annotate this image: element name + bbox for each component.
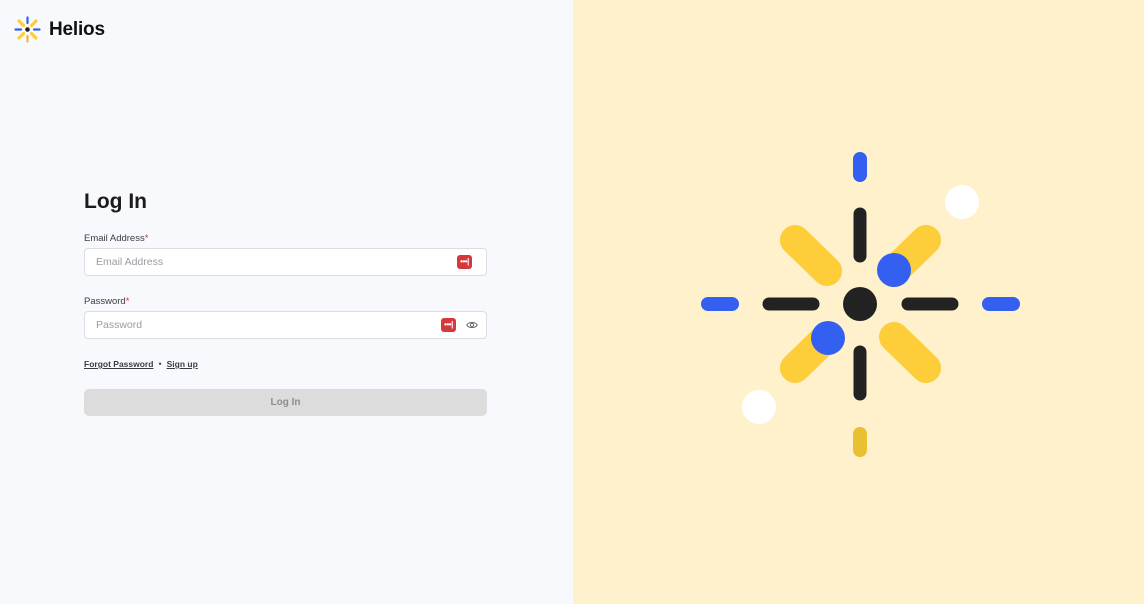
auth-links: Forgot Password • Sign up (84, 359, 487, 369)
right-blue-bar (982, 297, 1020, 311)
password-manager-glyph: •••| (460, 257, 469, 266)
required-mark: * (144, 233, 149, 244)
page-title: Log In (84, 190, 147, 213)
brand-name: Helios (49, 18, 105, 40)
eye-icon[interactable] (466, 320, 478, 330)
helios-logo-icon (14, 16, 41, 43)
password-label-text: Password (84, 296, 126, 307)
center-dark-dot (843, 287, 877, 321)
brand[interactable]: Helios (14, 16, 105, 43)
password-input[interactable] (85, 312, 486, 338)
email-field-wrapper: •••| (84, 248, 487, 276)
login-form: Log In Email Address* •••| Password* •••… (84, 190, 487, 416)
upper-right-blue-dot (877, 253, 911, 287)
password-manager-icon[interactable]: •••| (441, 318, 456, 332)
required-mark: * (125, 296, 130, 307)
email-label-text: Email Address (84, 233, 145, 244)
upper-left-yellow-ray (780, 225, 842, 286)
lower-left-blue-dot (811, 321, 845, 355)
login-panel: Helios Log In Email Address* •••| Passwo… (0, 0, 573, 604)
password-manager-icon[interactable]: •••| (457, 255, 472, 269)
bottom-yellow-bar (853, 427, 867, 457)
email-label: Email Address* (84, 233, 487, 244)
password-manager-glyph: •••| (444, 320, 453, 329)
lower-left-white-dot (742, 390, 776, 424)
sunburst-illustration (701, 152, 1020, 457)
upper-right-white-dot (945, 185, 979, 219)
forgot-password-link[interactable]: Forgot Password (84, 359, 153, 369)
illustration-panel (573, 0, 1144, 604)
password-label: Password* (84, 296, 487, 307)
top-blue-bar (853, 152, 867, 182)
password-field-wrapper: •••| (84, 311, 487, 339)
left-blue-bar (701, 297, 739, 311)
login-button[interactable]: Log In (84, 389, 487, 416)
sign-up-link[interactable]: Sign up (167, 359, 198, 369)
lower-right-yellow-ray (879, 322, 941, 383)
link-separator: • (158, 359, 162, 369)
email-input[interactable] (85, 249, 486, 275)
